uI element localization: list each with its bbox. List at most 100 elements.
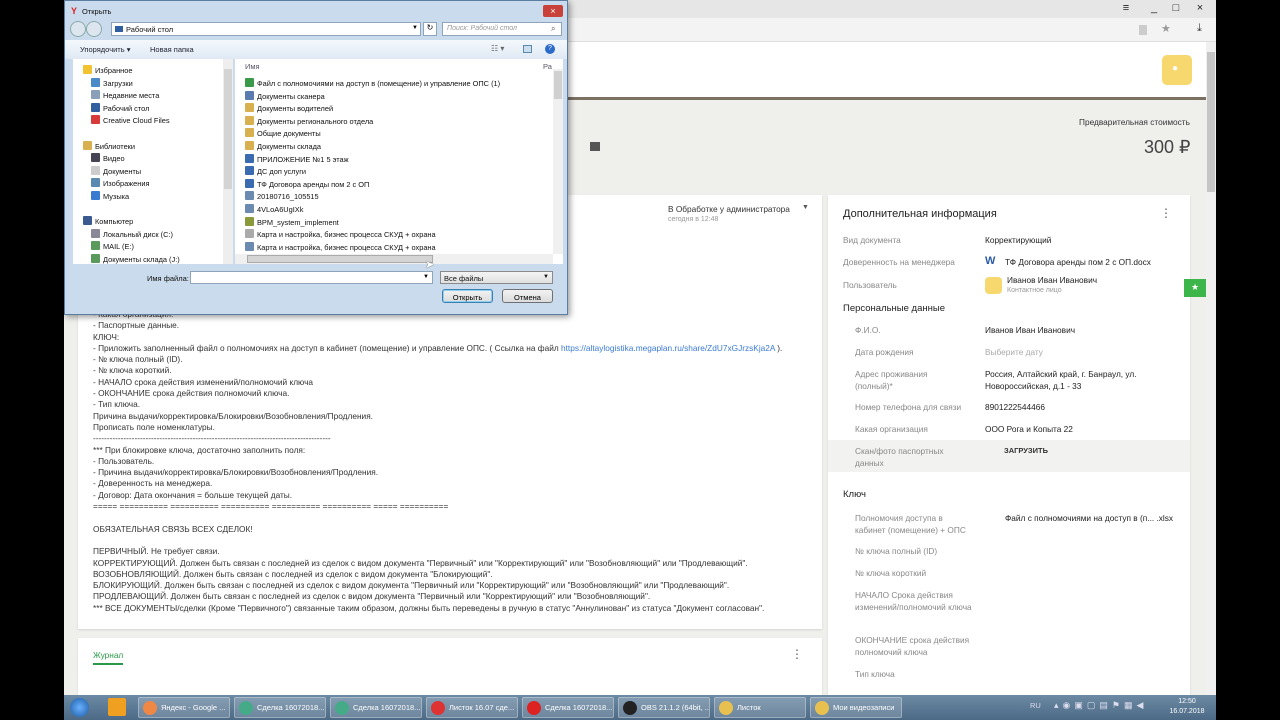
outlook-icon[interactable] bbox=[108, 698, 126, 716]
file-icon bbox=[245, 204, 254, 213]
field-value[interactable]: Файл с полномочиями на доступ в (п... .x… bbox=[1005, 513, 1173, 525]
upload-button[interactable]: ЗАГРУЗИТЬ bbox=[1004, 446, 1048, 455]
nav-item[interactable]: Рабочий стол bbox=[91, 102, 149, 113]
download-icon[interactable]: ⤓ bbox=[1197, 22, 1202, 35]
file-type-select[interactable]: Все файлы ▼ bbox=[440, 271, 553, 284]
chevron-down-icon[interactable]: ▼ bbox=[802, 204, 809, 211]
nav-item[interactable]: Документы bbox=[91, 165, 141, 176]
preview-pane-icon[interactable] bbox=[523, 45, 532, 53]
taskbar-item[interactable]: OBS 21.1.2 (64bit, ... bbox=[618, 697, 710, 718]
description-line: ОБЯЗАТЕЛЬНАЯ СВЯЗЬ ВСЕХ СДЕЛОК! bbox=[93, 523, 253, 534]
nav-item[interactable]: Загрузки bbox=[91, 77, 133, 88]
nav-item-label: Загрузки bbox=[103, 78, 133, 88]
taskbar-item[interactable]: Яндекс - Google ... bbox=[138, 697, 230, 718]
tab-journal[interactable]: Журнал bbox=[93, 650, 124, 665]
taskbar-item[interactable]: Листок bbox=[714, 697, 806, 718]
file-item[interactable]: Карта и настройка, бизнес процесса СКУД … bbox=[245, 229, 436, 239]
file-name: BPM_system_implement bbox=[257, 217, 339, 227]
nav-item[interactable]: Изображения bbox=[91, 178, 149, 188]
page-scrollbar-thumb[interactable] bbox=[1207, 52, 1215, 192]
view-options-icon[interactable]: ☷ ▾ bbox=[491, 44, 504, 53]
file-item[interactable]: ПРИЛОЖЕНИЕ №1 5 этаж bbox=[245, 153, 349, 164]
refresh-icon[interactable]: ↻ bbox=[423, 22, 437, 36]
start-button[interactable] bbox=[70, 698, 89, 717]
extension-icon[interactable] bbox=[1139, 25, 1147, 35]
forward-button[interactable] bbox=[86, 21, 102, 37]
nav-scrollbar[interactable] bbox=[223, 59, 233, 264]
file-item[interactable]: ДС доп услуги bbox=[245, 166, 306, 176]
file-item[interactable]: ТФ Договора аренды пом 2 с ОП bbox=[245, 178, 369, 189]
user-avatar[interactable]: ● bbox=[1162, 55, 1192, 85]
back-button[interactable] bbox=[70, 21, 86, 37]
dialog-close-button[interactable]: × bbox=[543, 5, 563, 17]
mouse-cursor: ➤ bbox=[425, 259, 435, 271]
location-bar[interactable]: Рабочий стол ▼ bbox=[111, 22, 421, 36]
file-item[interactable]: 4VLoA6UgIXk bbox=[245, 204, 303, 214]
nav-item[interactable]: Компьютер bbox=[83, 216, 133, 226]
file-item[interactable]: Карта и настройка, бизнес процесса СКУД … bbox=[245, 241, 436, 252]
file-item[interactable]: Документы водителей bbox=[245, 103, 333, 113]
filename-input[interactable]: ▼ bbox=[190, 271, 433, 284]
open-button[interactable]: Открыть bbox=[442, 289, 493, 303]
organize-button[interactable]: Упорядочить ▾ bbox=[80, 45, 130, 54]
nav-item[interactable]: Музыка bbox=[91, 191, 129, 201]
field-value[interactable]: 8901222544466 bbox=[985, 402, 1175, 414]
layout-icon[interactable] bbox=[590, 142, 600, 151]
file-item[interactable]: BPM_system_implement bbox=[245, 216, 339, 227]
file-item[interactable]: Файл с полномочиями на доступ в (помещен… bbox=[245, 78, 500, 88]
close-button[interactable]: × bbox=[1190, 2, 1210, 14]
chevron-down-icon[interactable]: ▼ bbox=[423, 274, 429, 280]
proxy-file[interactable]: ТФ Договора аренды пом 2 с ОП.docx bbox=[1005, 257, 1151, 269]
more-icon[interactable]: ⋮ bbox=[1160, 206, 1172, 220]
file-item[interactable]: Документы сканера bbox=[245, 90, 325, 101]
taskbar-item[interactable]: Сделка 16072018... bbox=[234, 697, 326, 718]
column-name[interactable]: Имя bbox=[245, 62, 260, 71]
minimize-button[interactable]: _ bbox=[1144, 2, 1164, 14]
taskbar-item[interactable]: Сделка 16072018... bbox=[522, 697, 614, 718]
nav-item[interactable]: Избранное bbox=[83, 65, 132, 75]
star-icon[interactable]: ★ bbox=[1161, 22, 1171, 35]
maximize-button[interactable]: □ bbox=[1166, 2, 1186, 14]
description-line: *** ВСЕ ДОКУМЕНТЫ/сделки (Кроме "Первичн… bbox=[93, 602, 765, 613]
file-item[interactable]: 20180716_105515 bbox=[245, 191, 319, 201]
file-item[interactable]: Документы регионального отдела bbox=[245, 115, 373, 126]
file-hscrollbar[interactable] bbox=[235, 254, 553, 264]
file-share-link[interactable]: https://altaylogistika.megaplan.ru/share… bbox=[561, 343, 775, 353]
nav-item[interactable]: Видео bbox=[91, 153, 125, 163]
nav-item[interactable]: Creative Cloud Files bbox=[91, 115, 170, 125]
nav-item[interactable]: Библиотеки bbox=[83, 140, 135, 151]
search-input[interactable]: Поиск: Рабочий стол ⌕ bbox=[442, 22, 562, 36]
nav-item[interactable]: Недавние места bbox=[91, 90, 159, 100]
taskbar-item[interactable]: Сделка 16072018... bbox=[330, 697, 422, 718]
field-value[interactable]: Россия, Алтайский край, г. Банраул, ул. … bbox=[985, 369, 1175, 392]
field-value[interactable]: ООО Рога и Копыта 22 bbox=[985, 424, 1175, 436]
more-icon[interactable]: ⋮ bbox=[791, 647, 803, 661]
estimate-value: 300 ₽ bbox=[1144, 137, 1191, 157]
help-icon[interactable]: ? bbox=[545, 44, 555, 54]
menu-icon[interactable]: ≡ bbox=[1116, 2, 1136, 14]
nav-item[interactable]: Документы склада (J:) bbox=[91, 254, 180, 264]
nav-item[interactable]: Локальный диск (C:) bbox=[91, 228, 173, 239]
user-name[interactable]: Иванов Иван Иванович bbox=[1007, 275, 1097, 287]
description-line: Причина выдачи/корректировка/Блокировки/… bbox=[93, 410, 373, 421]
favorite-star-icon[interactable]: ★ bbox=[1184, 279, 1206, 297]
chevron-down-icon[interactable]: ▼ bbox=[412, 25, 418, 31]
tray-icons[interactable]: ▴◉▣▢▤⚑▦◀ bbox=[1054, 700, 1147, 711]
new-folder-button[interactable]: Новая папка bbox=[150, 45, 194, 54]
cancel-button[interactable]: Отмена bbox=[502, 289, 553, 303]
clock-time[interactable]: 12:50 bbox=[1167, 698, 1207, 705]
status-dropdown[interactable]: В Обработке у администратора bbox=[668, 204, 790, 214]
taskbar-item[interactable]: Мои видеозаписи bbox=[810, 697, 902, 718]
file-vscrollbar[interactable] bbox=[553, 69, 563, 254]
file-item[interactable]: Общие документы bbox=[245, 128, 321, 138]
taskbar-item[interactable]: Листок 16.07 сде... bbox=[426, 697, 518, 718]
doc-type-value[interactable]: Корректирующий bbox=[985, 235, 1051, 247]
nav-item[interactable]: MAIL (E:) bbox=[91, 241, 134, 251]
clock-date[interactable]: 16.07.2018 bbox=[1164, 708, 1210, 715]
field-value[interactable]: Иванов Иван Иванович bbox=[985, 325, 1175, 337]
language-indicator[interactable]: RU bbox=[1030, 701, 1041, 710]
field-value[interactable]: Выберите дату bbox=[985, 347, 1175, 359]
column-size[interactable]: Ра bbox=[543, 62, 552, 71]
nav-item-label: Музыка bbox=[103, 192, 130, 201]
file-item[interactable]: Документы склада bbox=[245, 141, 321, 151]
